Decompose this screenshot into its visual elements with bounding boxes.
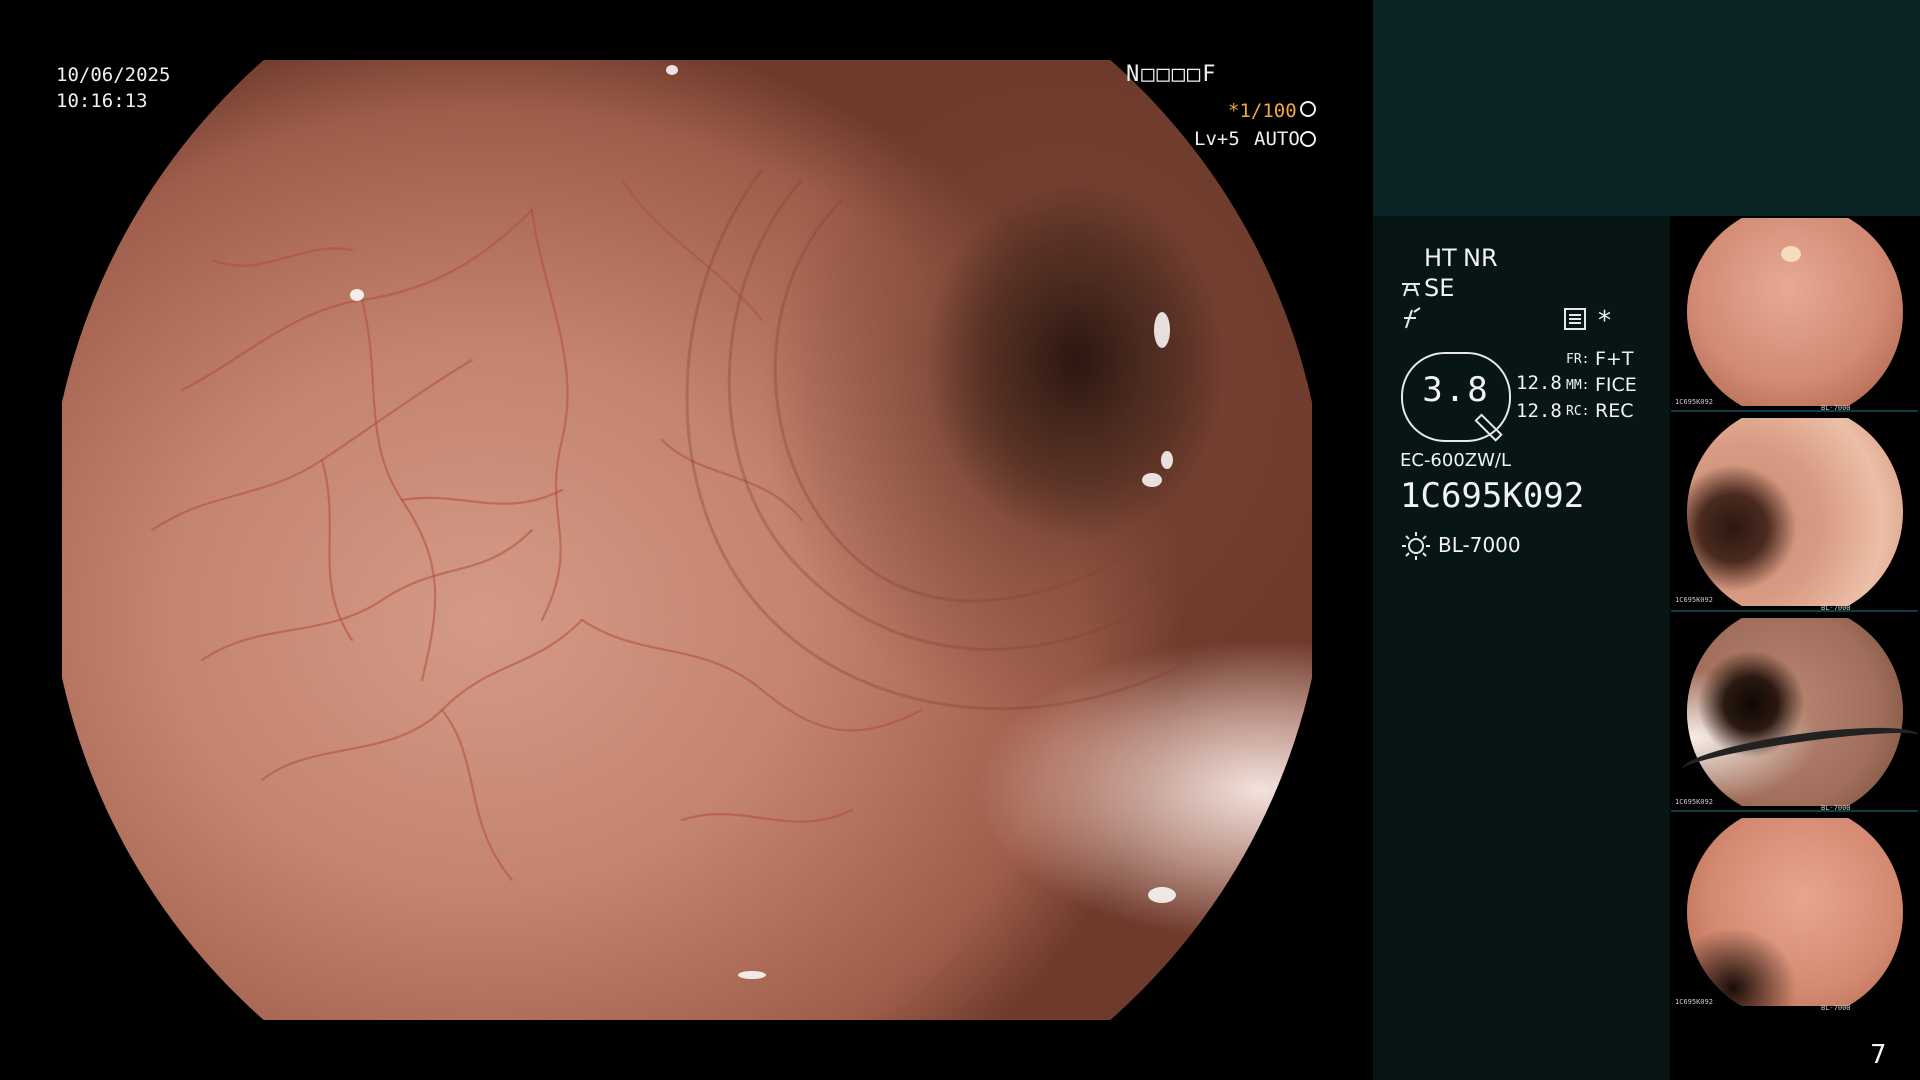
page-number: 7	[1870, 1040, 1887, 1070]
brightness-level: Lv+5	[1194, 128, 1240, 150]
value-2: 12.8	[1516, 400, 1562, 422]
image-settings-icon	[1564, 308, 1586, 330]
panel-header-area	[1373, 0, 1920, 216]
exam-date: 10/06/2025	[56, 64, 171, 86]
structure-enhance-icon	[1402, 283, 1420, 297]
se-indicator: SE	[1424, 274, 1455, 302]
shutter-icon	[1300, 101, 1316, 117]
rc-value: REC	[1595, 400, 1634, 422]
mucosa-vessels	[150, 65, 1193, 979]
scope-model: EC-600ZW/L	[1400, 450, 1512, 471]
color-enhance-icon	[1404, 307, 1421, 329]
scope-serial: 1C695K092	[1400, 476, 1585, 516]
exam-time: 10:16:13	[56, 90, 148, 112]
endoscope-main-view	[62, 60, 1312, 1020]
iris-icon	[1300, 131, 1316, 147]
light-source-icon	[1402, 532, 1430, 560]
magnification-value: 3.8	[1422, 370, 1490, 410]
thumbnail-light: BL-7000	[1821, 1004, 1851, 1012]
panel-settings-area	[1373, 216, 1670, 1080]
shutter-speed: *1/100	[1228, 100, 1297, 122]
asterisk-marker: *	[1598, 306, 1611, 336]
capture-thumbnail-4[interactable]: 1C695K092 BL-7000	[1671, 816, 1918, 1012]
light-source: BL-7000	[1438, 533, 1521, 557]
rc-label: RC:	[1566, 404, 1590, 419]
fr-value: F+T	[1595, 348, 1634, 370]
capture-thumbnail-3[interactable]: 1C695K092 BL-7000	[1671, 616, 1918, 812]
patient-flags: N□□□□F	[1126, 62, 1218, 87]
fr-label: FR:	[1566, 352, 1590, 367]
mm-label: MM:	[1566, 378, 1590, 393]
ht-indicator: HT	[1424, 244, 1457, 272]
nr-indicator: NR	[1463, 244, 1498, 272]
capture-thumbnail-1[interactable]: 1C695K092 BL-7000	[1671, 216, 1918, 412]
capture-thumbnail-2[interactable]: 1C695K092 BL-7000	[1671, 416, 1918, 612]
iris-mode: AUTO	[1254, 128, 1300, 150]
value-1: 12.8	[1516, 372, 1562, 394]
mm-value: FICE	[1595, 374, 1637, 396]
thumbnail-serial: 1C695K092	[1675, 596, 1713, 604]
thumbnail-serial: 1C695K092	[1675, 998, 1713, 1006]
thumbnail-serial: 1C695K092	[1675, 398, 1713, 406]
thumbnail-serial: 1C695K092	[1675, 798, 1713, 806]
